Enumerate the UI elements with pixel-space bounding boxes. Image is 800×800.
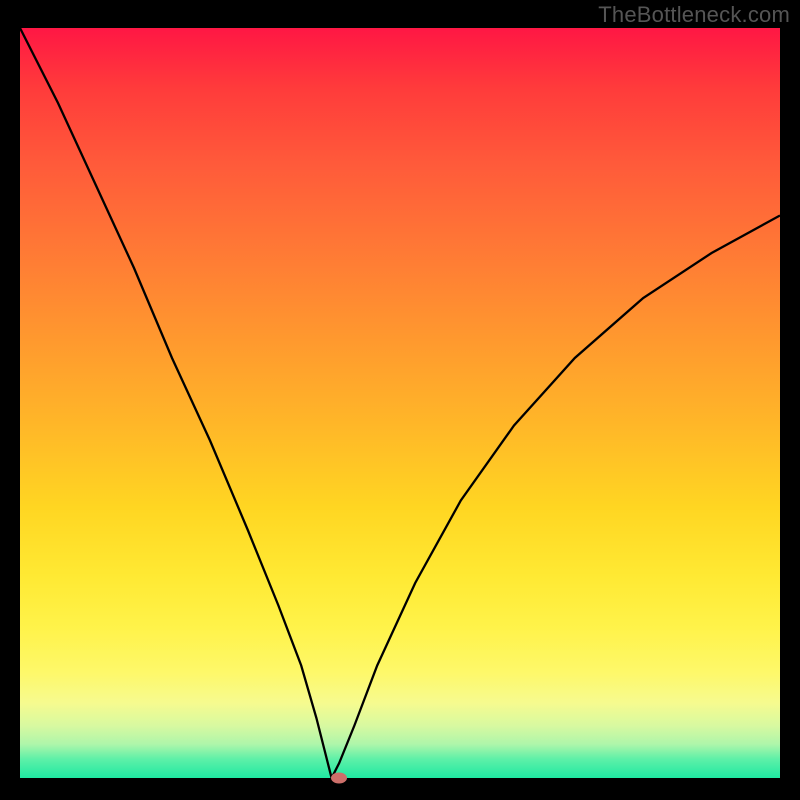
optimal-marker [331, 773, 347, 784]
watermark-text: TheBottleneck.com [598, 2, 790, 28]
curve-path [20, 28, 780, 778]
chart-plot-area [20, 28, 780, 778]
bottleneck-curve [20, 28, 780, 778]
